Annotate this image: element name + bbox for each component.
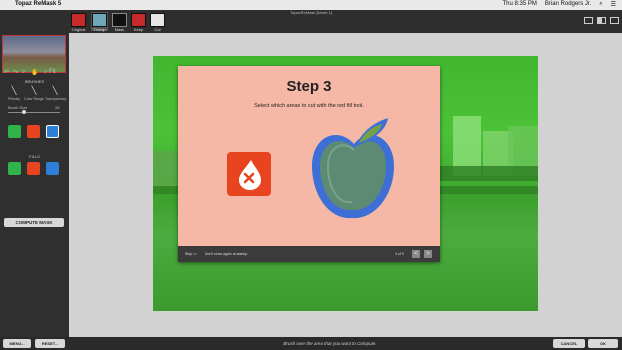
apple-illustration — [312, 118, 394, 219]
bottom-bar: MENU... RESET... Brush over the area tha… — [0, 337, 622, 350]
cancel-button[interactable]: CANCEL — [553, 339, 585, 348]
slider-handle[interactable] — [22, 110, 26, 114]
apple-thumb-icon — [131, 13, 146, 27]
compute-brush-button[interactable] — [46, 125, 59, 138]
menu-list-icon[interactable]: ☰ — [611, 1, 616, 8]
top-toolbar: TopazReMask [Mode 1] Original Trimap Mas… — [0, 10, 622, 33]
keep-fill-button[interactable] — [8, 162, 21, 175]
keep-brush-button[interactable] — [8, 125, 21, 138]
status-hint: Brush over the area that you want to Com… — [283, 341, 377, 346]
zoom-icon: ⌕ — [44, 69, 48, 75]
reset-button[interactable]: RESET... — [35, 339, 65, 348]
dont-show-checkbox[interactable]: Don't show again at startup — [205, 252, 247, 256]
user-name[interactable]: Brian Rodgers Jr. — [545, 1, 591, 8]
brush-type-label: Transparency — [45, 97, 67, 101]
tab-trimap[interactable]: Trimap — [91, 12, 108, 32]
clock[interactable]: Thu 8:35 PM — [503, 1, 537, 8]
brush-type-label: Primary — [7, 97, 21, 101]
dialog-instruction: Select which areas to cut with the red f… — [254, 103, 364, 109]
primary-brush-icon[interactable]: ╲ — [8, 86, 20, 96]
page-counter: 4 of 9 — [395, 252, 404, 256]
split-view-icon[interactable] — [597, 17, 606, 24]
tab-mask[interactable]: Mask — [111, 12, 128, 32]
tutorial-dialog: Step 3 Select which areas to cut with th… — [178, 66, 440, 262]
status-area: Thu 8:35 PM Brian Rodgers Jr. ⌕ ☰ — [503, 1, 616, 8]
zoom-dropdown[interactable]: ⌕ Fit — [44, 69, 56, 76]
brush-size-value: 26 — [55, 105, 60, 110]
dialog-title: Step 3 — [286, 78, 332, 95]
skip-link[interactable]: Skip >> — [185, 252, 197, 256]
search-icon[interactable]: ⌕ — [599, 1, 602, 8]
undo-icon[interactable]: ↶ — [4, 69, 9, 76]
apple-thumb-icon — [92, 13, 107, 27]
app-name[interactable]: Topaz ReMask 5 — [15, 1, 61, 7]
brush-type-label: Color Range — [24, 97, 44, 101]
apple-thumb-icon — [71, 13, 86, 27]
brush-size-slider[interactable] — [8, 110, 60, 114]
cut-fill-button[interactable] — [27, 162, 40, 175]
tab-keep[interactable]: Keep — [130, 12, 147, 32]
apple-thumb-icon — [112, 13, 127, 27]
navigator-thumbnail[interactable] — [2, 35, 66, 73]
dialog-footer: Skip >> Don't show again at startup 4 of… — [178, 246, 440, 262]
red-fill-icon — [227, 152, 271, 196]
next-step-button[interactable]: > — [424, 250, 432, 258]
cut-brush-button[interactable] — [27, 125, 40, 138]
tab-original[interactable]: Original — [70, 12, 87, 32]
redo-icon[interactable]: ↷ — [13, 69, 18, 76]
menu-button[interactable]: MENU... — [3, 339, 31, 348]
brushes-label: BRUSHES — [24, 79, 45, 84]
ok-button[interactable]: OK — [588, 339, 618, 348]
dual-view-icon[interactable] — [610, 17, 619, 24]
fills-label: FILLS — [29, 154, 40, 159]
compute-fill-button[interactable] — [46, 162, 59, 175]
compute-mask-button[interactable]: COMPUTE MASK — [4, 218, 64, 227]
single-view-icon[interactable] — [584, 17, 593, 24]
zoom-icon[interactable]: ⌕ — [22, 69, 25, 76]
prev-step-button[interactable]: < — [412, 250, 420, 258]
hand-icon[interactable]: ✋ — [31, 69, 38, 76]
left-panel: ↶ ↷ ⌕ ✋ ⌕ Fit BRUSHES ╲ ╲ ╲ Primary Colo… — [0, 33, 70, 337]
blank-thumb-icon — [150, 13, 165, 27]
color-range-brush-icon[interactable]: ╲ — [28, 86, 40, 96]
transparency-brush-icon[interactable]: ╲ — [49, 86, 61, 96]
tab-cut[interactable]: Cut — [149, 12, 166, 32]
